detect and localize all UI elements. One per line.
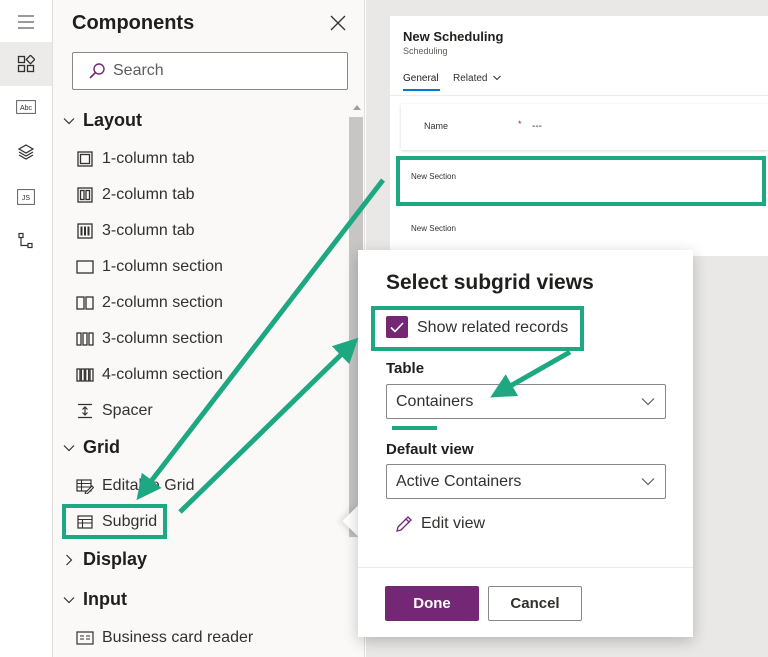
- components-icon: [17, 55, 35, 73]
- one-column-tab-icon: [75, 149, 95, 169]
- left-nav-rail: Abc JS: [0, 0, 53, 657]
- search-input[interactable]: Search: [72, 52, 348, 90]
- form-subtitle: Scheduling: [403, 46, 448, 56]
- edit-view-label: Edit view: [421, 515, 486, 532]
- component-3-column-tab[interactable]: 3-column tab: [75, 221, 195, 241]
- section-layout-label: Layout: [83, 110, 143, 130]
- pencil-icon: [396, 516, 412, 532]
- table-label: Table: [386, 360, 425, 377]
- highlight-subgrid: [62, 504, 167, 539]
- name-field-value: ---: [532, 121, 542, 132]
- component-1-column-section[interactable]: 1-column section: [75, 257, 223, 277]
- section-grid-header[interactable]: Grid: [63, 437, 120, 458]
- component-label: 3-column section: [102, 330, 223, 347]
- three-column-tab-icon: [75, 221, 95, 241]
- scroll-up-arrow-icon[interactable]: [353, 105, 361, 110]
- component-label: Spacer: [102, 402, 153, 419]
- tab-related[interactable]: Related: [453, 73, 502, 84]
- section-input-header[interactable]: Input: [63, 589, 127, 610]
- two-column-tab-icon: [75, 185, 95, 205]
- name-field-label: Name: [424, 121, 449, 131]
- chevron-down-icon: [63, 117, 75, 124]
- components-rail-button[interactable]: [0, 42, 52, 86]
- section-display-label: Display: [83, 549, 148, 569]
- table-select[interactable]: Containers: [386, 384, 666, 419]
- panel-title: Components: [72, 12, 195, 34]
- four-column-section-icon: [75, 365, 95, 385]
- search-placeholder: Search: [113, 62, 164, 79]
- default-view-select[interactable]: Active Containers: [386, 464, 666, 499]
- hamburger-menu-icon: [18, 15, 34, 29]
- editable-grid-icon: [75, 476, 95, 496]
- table-columns-icon: Abc: [16, 100, 36, 114]
- done-button[interactable]: Done: [385, 586, 479, 621]
- svg-text:JS: JS: [22, 195, 31, 202]
- search-icon: [89, 63, 105, 79]
- component-label: 3-column tab: [102, 222, 195, 239]
- default-view-label: Default view: [386, 441, 474, 458]
- chevron-down-icon: [63, 444, 75, 451]
- tab-general[interactable]: General: [403, 73, 439, 84]
- layers-rail-button[interactable]: [0, 130, 52, 174]
- component-label: Business card reader: [102, 629, 254, 646]
- chevron-down-icon: [641, 398, 655, 406]
- dialog-footer-divider: [358, 567, 693, 568]
- tab-related-label: Related: [453, 73, 488, 84]
- component-business-card-reader[interactable]: Business card reader: [75, 628, 253, 648]
- layers-icon: [17, 144, 35, 160]
- business-card-icon: [75, 628, 95, 648]
- javascript-icon: JS: [17, 189, 35, 205]
- form-section-2[interactable]: [401, 212, 768, 244]
- highlight-show-related-records: [371, 306, 584, 351]
- component-label: Editable Grid: [102, 477, 195, 494]
- name-field-row[interactable]: [401, 104, 768, 150]
- one-column-section-icon: [75, 257, 95, 277]
- table-select-value: Containers: [396, 393, 474, 410]
- component-2-column-tab[interactable]: 2-column tab: [75, 185, 195, 205]
- section-input-label: Input: [83, 589, 127, 609]
- tab-divider: [390, 95, 768, 96]
- tree-view-icon: [18, 232, 33, 249]
- hamburger-menu-button[interactable]: [0, 0, 52, 44]
- component-label: 1-column tab: [102, 150, 195, 167]
- component-4-column-section[interactable]: 4-column section: [75, 365, 223, 385]
- form-title: New Scheduling: [403, 29, 504, 44]
- component-label: 1-column section: [102, 258, 223, 275]
- required-indicator: *: [518, 119, 522, 129]
- highlight-underline-containers: [392, 426, 437, 430]
- component-2-column-section[interactable]: 2-column section: [75, 293, 223, 313]
- table-columns-rail-button[interactable]: Abc: [0, 85, 52, 129]
- dialog-title: Select subgrid views: [386, 271, 594, 294]
- section-grid-label: Grid: [83, 437, 121, 457]
- spacer-icon: [75, 401, 95, 421]
- three-column-section-icon: [75, 329, 95, 349]
- component-1-column-tab[interactable]: 1-column tab: [75, 149, 195, 169]
- section-layout-header[interactable]: Layout: [63, 110, 142, 131]
- section-display-header[interactable]: Display: [63, 549, 147, 570]
- javascript-rail-button[interactable]: JS: [0, 175, 52, 219]
- close-icon[interactable]: [329, 14, 347, 32]
- tree-view-rail-button[interactable]: [0, 219, 52, 263]
- components-panel: Components Search Layout 1-column tab 2-…: [53, 0, 365, 657]
- chevron-down-icon: [493, 75, 502, 81]
- two-column-section-icon: [75, 293, 95, 313]
- form-section-2-label: New Section: [411, 224, 456, 233]
- cancel-button[interactable]: Cancel: [488, 586, 582, 621]
- chevron-down-icon: [641, 478, 655, 486]
- component-label: 4-column section: [102, 366, 223, 383]
- chevron-down-icon: [63, 596, 75, 603]
- component-3-column-section[interactable]: 3-column section: [75, 329, 223, 349]
- component-spacer[interactable]: Spacer: [75, 401, 153, 421]
- edit-view-link[interactable]: Edit view: [395, 515, 485, 533]
- default-view-select-value: Active Containers: [396, 473, 522, 490]
- component-label: 2-column section: [102, 294, 223, 311]
- chevron-right-icon: [66, 554, 73, 565]
- tab-active-indicator: [403, 89, 440, 91]
- component-label: 2-column tab: [102, 186, 195, 203]
- component-editable-grid[interactable]: Editable Grid: [75, 476, 195, 496]
- highlight-new-section: [396, 156, 766, 206]
- svg-text:Abc: Abc: [20, 105, 33, 112]
